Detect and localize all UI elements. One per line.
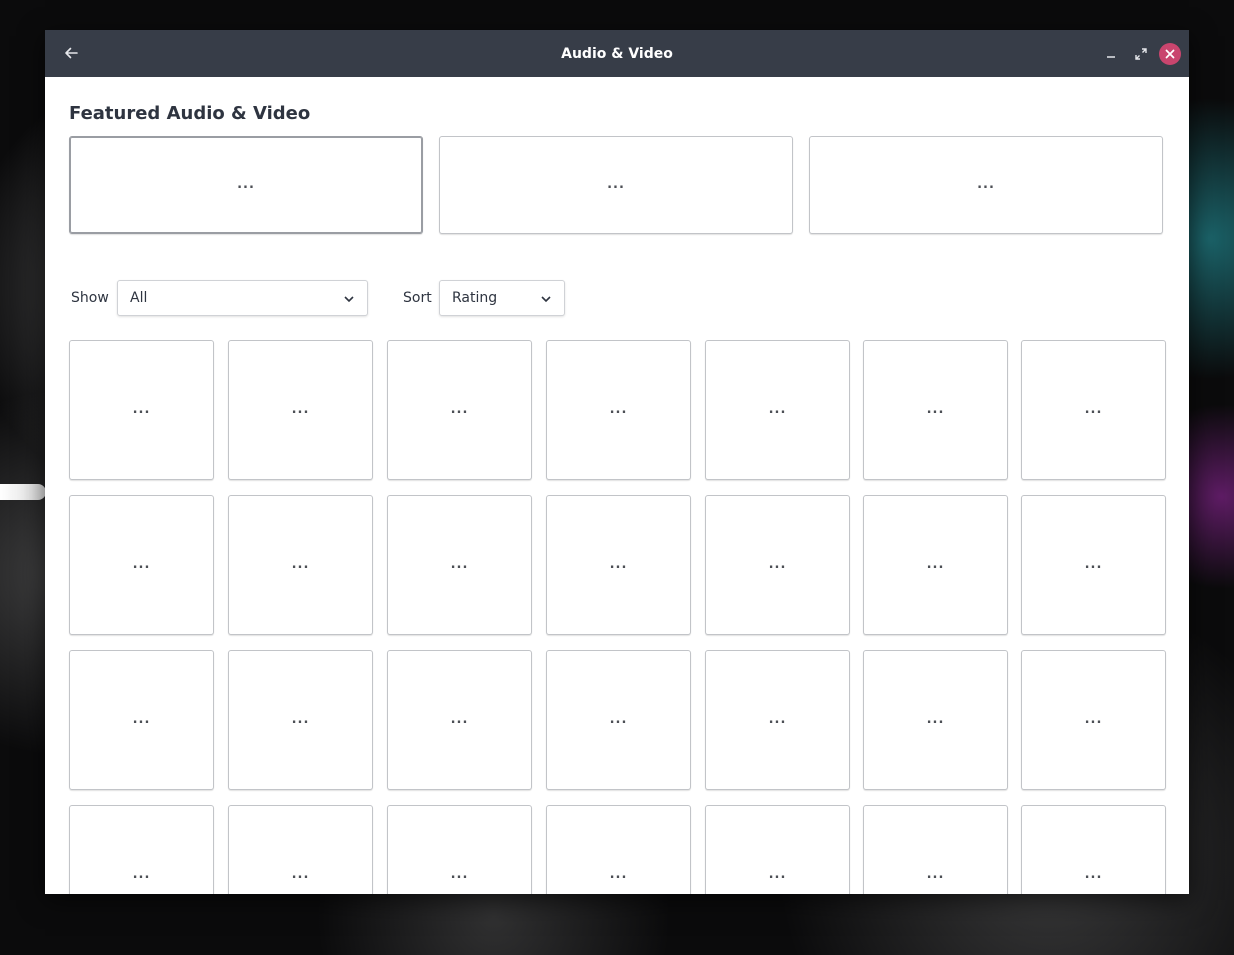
- app-card[interactable]: ...: [1021, 340, 1166, 480]
- app-card[interactable]: ...: [387, 650, 532, 790]
- loading-placeholder: ...: [1084, 557, 1103, 572]
- app-card[interactable]: ...: [228, 650, 373, 790]
- loading-placeholder: ...: [768, 867, 787, 882]
- loading-placeholder: ...: [609, 712, 628, 727]
- app-card[interactable]: ...: [228, 495, 373, 635]
- loading-placeholder: ...: [607, 177, 625, 192]
- loading-placeholder: ...: [450, 867, 469, 882]
- filter-bar: Show All Sort Rating: [69, 280, 1165, 318]
- back-arrow-icon: [65, 47, 78, 59]
- loading-placeholder: ...: [450, 557, 469, 572]
- featured-card[interactable]: ...: [439, 136, 793, 234]
- loading-placeholder: ...: [132, 712, 151, 727]
- app-card[interactable]: ...: [228, 805, 373, 894]
- app-card[interactable]: ...: [546, 805, 691, 894]
- maximize-button[interactable]: [1129, 42, 1153, 66]
- loading-placeholder: ...: [1084, 402, 1103, 417]
- app-card[interactable]: ...: [863, 805, 1008, 894]
- app-card[interactable]: ...: [387, 495, 532, 635]
- loading-placeholder: ...: [1084, 867, 1103, 882]
- featured-carousel: ... ... ...: [69, 136, 1165, 236]
- loading-placeholder: ...: [237, 177, 255, 192]
- loading-placeholder: ...: [450, 712, 469, 727]
- minimize-icon: [1107, 56, 1115, 58]
- app-card[interactable]: ...: [69, 340, 214, 480]
- back-button[interactable]: [61, 43, 81, 63]
- app-card[interactable]: ...: [69, 495, 214, 635]
- app-card[interactable]: ...: [546, 495, 691, 635]
- app-card[interactable]: ...: [69, 805, 214, 894]
- loading-placeholder: ...: [609, 557, 628, 572]
- loading-placeholder: ...: [1084, 712, 1103, 727]
- app-card[interactable]: ...: [387, 805, 532, 894]
- sort-dropdown[interactable]: Rating: [439, 280, 565, 316]
- app-card[interactable]: ...: [863, 495, 1008, 635]
- app-card[interactable]: ...: [387, 340, 532, 480]
- loading-placeholder: ...: [132, 402, 151, 417]
- loading-placeholder: ...: [132, 557, 151, 572]
- loading-placeholder: ...: [450, 402, 469, 417]
- app-card[interactable]: ...: [863, 650, 1008, 790]
- loading-placeholder: ...: [926, 712, 945, 727]
- app-card[interactable]: ...: [705, 495, 850, 635]
- loading-placeholder: ...: [926, 867, 945, 882]
- chevron-down-icon: [344, 296, 354, 303]
- loading-placeholder: ...: [291, 712, 310, 727]
- app-card[interactable]: ...: [1021, 495, 1166, 635]
- loading-placeholder: ...: [609, 402, 628, 417]
- sort-dropdown-value: Rating: [452, 290, 498, 306]
- show-dropdown[interactable]: All: [117, 280, 368, 316]
- app-card[interactable]: ...: [1021, 805, 1166, 894]
- loading-placeholder: ...: [768, 712, 787, 727]
- loading-placeholder: ...: [291, 402, 310, 417]
- show-dropdown-value: All: [130, 290, 148, 306]
- loading-placeholder: ...: [768, 557, 787, 572]
- desktop-wallpaper-detail: [0, 484, 46, 500]
- app-card[interactable]: ...: [705, 805, 850, 894]
- close-icon: [1165, 49, 1175, 59]
- loading-placeholder: ...: [291, 867, 310, 882]
- app-card[interactable]: ...: [228, 340, 373, 480]
- title-bar[interactable]: Audio & Video: [45, 30, 1189, 77]
- app-card[interactable]: ...: [546, 340, 691, 480]
- loading-placeholder: ...: [291, 557, 310, 572]
- app-card[interactable]: ...: [705, 340, 850, 480]
- app-card[interactable]: ...: [863, 340, 1008, 480]
- main-content: Featured Audio & Video ... ... ... Show …: [69, 77, 1166, 894]
- show-label: Show: [71, 290, 109, 306]
- app-card[interactable]: ...: [69, 650, 214, 790]
- minimize-button[interactable]: [1099, 42, 1123, 66]
- loading-placeholder: ...: [768, 402, 787, 417]
- featured-heading: Featured Audio & Video: [69, 103, 311, 124]
- app-card[interactable]: ...: [705, 650, 850, 790]
- loading-placeholder: ...: [977, 177, 995, 192]
- loading-placeholder: ...: [609, 867, 628, 882]
- featured-card[interactable]: ...: [69, 136, 423, 234]
- loading-placeholder: ...: [926, 402, 945, 417]
- app-card[interactable]: ...: [1021, 650, 1166, 790]
- window-title: Audio & Video: [561, 45, 673, 62]
- software-center-window: Audio & Video Featured Audio & Video ...…: [45, 30, 1189, 894]
- loading-placeholder: ...: [926, 557, 945, 572]
- chevron-down-icon: [541, 296, 551, 303]
- maximize-icon: [1135, 48, 1147, 60]
- sort-label: Sort: [403, 290, 432, 306]
- featured-card[interactable]: ...: [809, 136, 1163, 234]
- loading-placeholder: ...: [132, 867, 151, 882]
- close-button[interactable]: [1159, 43, 1181, 65]
- app-card[interactable]: ...: [546, 650, 691, 790]
